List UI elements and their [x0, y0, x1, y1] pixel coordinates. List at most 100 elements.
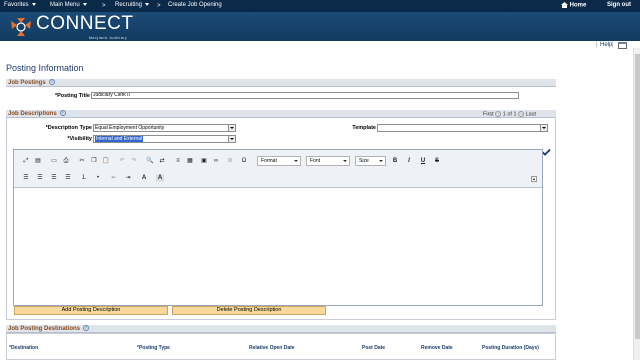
chevron-down-icon [145, 2, 150, 6]
bold-button[interactable]: B [391, 157, 399, 165]
underline-button[interactable]: U [419, 157, 427, 165]
align-center-icon[interactable]: ☰ [36, 174, 44, 182]
preview-icon[interactable]: ▭ [50, 157, 58, 165]
visibility-select[interactable]: Internal and External [93, 135, 236, 143]
column-remove-date[interactable]: Remove Date [421, 345, 453, 351]
column-destination[interactable]: *Destination [9, 345, 38, 351]
maximize-icon[interactable]: ⤢ [22, 157, 30, 165]
chevron-down-icon [82, 2, 87, 6]
help-link[interactable]: Help [600, 42, 612, 48]
special-char-icon[interactable]: Ω [240, 157, 248, 165]
home-label: Home [569, 2, 587, 9]
size-dropdown[interactable]: Size [355, 156, 386, 166]
font-label: Font [310, 158, 321, 164]
help-icon[interactable]: ? [59, 110, 66, 117]
spell-check-icon[interactable] [542, 149, 551, 157]
bulleted-list-icon[interactable]: • [94, 174, 102, 182]
cut-icon[interactable]: ✂ [78, 157, 86, 165]
chevron-down-icon [343, 160, 347, 162]
scrollbar-thumb[interactable] [635, 54, 640, 339]
help-separator: | [596, 42, 598, 48]
replace-icon[interactable]: ⇄ [158, 157, 166, 165]
font-dropdown[interactable]: Font [306, 156, 350, 166]
help-separator: | [612, 42, 614, 48]
numbered-list-icon[interactable]: ⒈ [80, 174, 88, 182]
sign-out-link[interactable]: Sign out [607, 2, 631, 8]
justify-icon[interactable]: ☰ [64, 174, 72, 182]
job-posting-destinations-title: Job Posting Destinations [8, 326, 81, 332]
help-icon[interactable]: ? [48, 79, 55, 86]
connect-logo-icon [11, 18, 31, 36]
template-select[interactable] [377, 124, 548, 132]
find-icon[interactable]: 🔍 [146, 157, 154, 165]
copy-icon[interactable]: ❐ [90, 157, 98, 165]
previous-icon[interactable]: ‹ [495, 111, 502, 117]
breadcrumb-recruiting[interactable]: Recruiting [115, 2, 150, 8]
horizontal-rule-icon[interactable]: ≡ [174, 157, 182, 165]
breadcrumb-separator: > [102, 3, 106, 9]
outdent-icon[interactable]: ⇤ [110, 174, 118, 182]
format-label: Format [261, 158, 277, 164]
description-type-label: *Description Type [45, 125, 92, 131]
breadcrumb-create-job-opening[interactable]: Create Job Opening [168, 2, 222, 8]
print-icon[interactable]: ⎙ [62, 157, 70, 165]
redo-icon[interactable]: ↷ [130, 157, 138, 165]
size-label: Size [359, 158, 369, 164]
collapse-toolbar-icon[interactable]: ▴ [531, 176, 537, 182]
editor-toolbar: ⤢ ▤ ▭ ⎙ ✂ ❐ 📋 ↶ ↷ 🔍 ⇄ ≡ ▦ ▣ ∞ ⊘ Ω Format… [14, 150, 542, 188]
column-post-date[interactable]: Post Date [362, 345, 385, 351]
vertical-scrollbar[interactable] [633, 48, 640, 360]
table-icon[interactable]: ▦ [186, 157, 194, 165]
job-descriptions-header: Job Descriptions? [6, 110, 556, 118]
next-icon[interactable]: › [518, 111, 525, 117]
column-posting-duration[interactable]: Posting Duration (Days) [482, 345, 539, 351]
favorites-menu[interactable]: Favorites [4, 2, 36, 8]
format-dropdown[interactable]: Format [257, 156, 301, 166]
main-menu[interactable]: Main Menu [50, 2, 87, 8]
image-icon[interactable]: ▣ [200, 157, 208, 165]
job-descriptions-pager: First ‹ 1 of 1 › Last [483, 111, 536, 117]
background-color-icon[interactable]: A [156, 174, 164, 182]
chevron-down-icon [31, 2, 36, 6]
pager-last[interactable]: Last [526, 111, 536, 117]
column-relative-open-date[interactable]: Relative Open Date [249, 345, 295, 351]
chevron-down-icon [294, 160, 298, 162]
description-type-value: Equal Employment Opportunity [95, 125, 165, 131]
description-type-select[interactable]: Equal Employment Opportunity [93, 124, 236, 132]
undo-icon[interactable]: ↶ [118, 157, 126, 165]
pager-first[interactable]: First [483, 111, 494, 117]
job-postings-title: Job Postings [8, 80, 46, 86]
favorites-label: Favorites [4, 2, 29, 8]
maryland-judiciary-text: Maryland Judiciary [89, 36, 128, 40]
main-menu-label: Main Menu [50, 2, 80, 8]
indent-icon[interactable]: ⇥ [124, 174, 132, 182]
unlink-icon[interactable]: ⊘ [226, 157, 234, 165]
job-descriptions-title: Job Descriptions [8, 111, 57, 117]
visibility-label: *Visibility [67, 136, 92, 142]
text-color-icon[interactable]: A [140, 174, 148, 182]
home-icon [561, 2, 568, 8]
paste-icon[interactable]: 📋 [102, 157, 110, 165]
italic-button[interactable]: I [405, 157, 413, 165]
delete-posting-description-button[interactable]: Delete Posting Description [172, 306, 326, 315]
posting-title-input[interactable]: Judiciary Clerk II [91, 92, 519, 99]
connect-logo-text: CONNECT [36, 13, 134, 34]
rich-text-editor: ⤢ ▤ ▭ ⎙ ✂ ❐ 📋 ↶ ↷ 🔍 ⇄ ≡ ▦ ▣ ∞ ⊘ Ω Format… [13, 149, 543, 306]
source-icon[interactable]: ▤ [34, 157, 42, 165]
pager-count: 1 of 1 [502, 111, 517, 118]
job-postings-header: Job Postings? [6, 79, 556, 87]
posting-title-label: *Posting Title [54, 93, 90, 99]
link-icon[interactable]: ∞ [212, 157, 220, 165]
align-left-icon[interactable]: ☰ [22, 174, 30, 182]
align-right-icon[interactable]: ☰ [50, 174, 58, 182]
top-navigation-bar: Favorites Main Menu > Recruiting > Creat… [0, 0, 640, 12]
new-window-icon[interactable] [618, 42, 627, 49]
strikethrough-button[interactable]: S [433, 157, 441, 165]
column-posting-type[interactable]: *Posting Type [137, 345, 170, 351]
help-icon[interactable]: ? [83, 325, 90, 332]
breadcrumb-separator: > [157, 3, 161, 9]
home-link[interactable]: Home [561, 2, 586, 9]
job-posting-destinations-header: Job Posting Destinations? [6, 325, 556, 333]
add-posting-description-button[interactable]: Add Posting Description [14, 306, 168, 315]
recruiting-label: Recruiting [115, 2, 143, 8]
